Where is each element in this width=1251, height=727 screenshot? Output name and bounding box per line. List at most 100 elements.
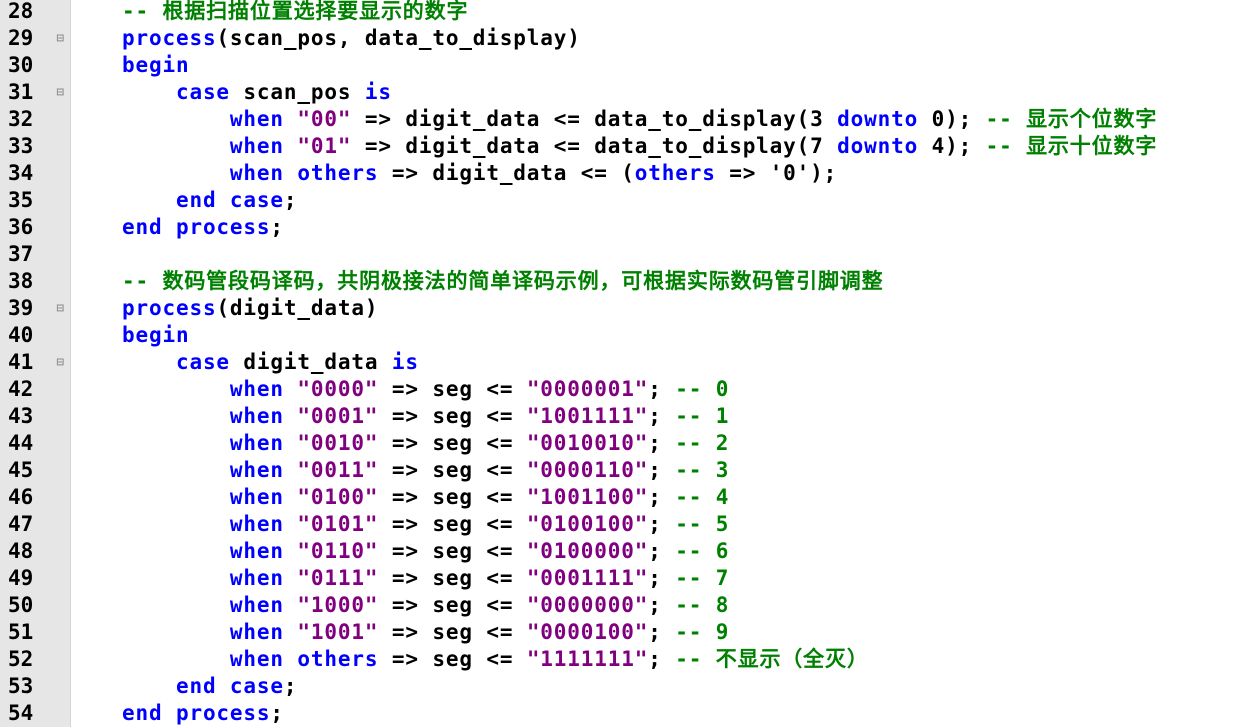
code-line[interactable]: 51 when "1001" => seg <= "0000100"; -- 9 bbox=[0, 619, 1251, 646]
code-text: end process; bbox=[68, 214, 284, 241]
code-text: when "0110" => seg <= "0100000"; -- 6 bbox=[68, 538, 729, 565]
code-text: -- 根据扫描位置选择要显示的数字 bbox=[68, 0, 468, 25]
keyword-token: when bbox=[229, 404, 284, 428]
code-line[interactable]: 53 end case; bbox=[0, 673, 1251, 700]
code-editor[interactable]: 28 -- 根据扫描位置选择要显示的数字 29 ⊟ process(scan_pos… bbox=[0, 0, 1251, 727]
code-token: => digit_data <= data_to_display(3 bbox=[351, 107, 838, 131]
keyword-token: begin bbox=[121, 53, 190, 77]
comment-token: -- 9 bbox=[675, 620, 730, 644]
code-line[interactable]: 43 when "0001" => seg <= "1001111"; -- 1 bbox=[0, 403, 1251, 430]
keyword-token: when bbox=[229, 107, 284, 131]
code-line[interactable]: 40 begin bbox=[0, 322, 1251, 349]
line-number: 44 bbox=[8, 431, 34, 455]
string-token: "0100100" bbox=[526, 512, 649, 536]
code-text: case digit_data is bbox=[68, 349, 419, 376]
string-token: "00" bbox=[297, 107, 352, 131]
keyword-token: when bbox=[229, 458, 284, 482]
code-line[interactable]: 41 ⊟ case digit_data is bbox=[0, 349, 1251, 376]
code-token: => seg <= bbox=[378, 485, 527, 509]
code-text: process(digit_data) bbox=[68, 295, 378, 322]
keyword-token: others bbox=[297, 161, 379, 185]
fold-toggle-icon[interactable]: ⊟ bbox=[56, 358, 64, 368]
code-line[interactable]: 37 bbox=[0, 241, 1251, 268]
keyword-token: end process bbox=[121, 701, 271, 725]
line-number: 36 bbox=[8, 215, 34, 239]
string-token: "0011" bbox=[297, 458, 379, 482]
fold-toggle-icon[interactable]: ⊟ bbox=[56, 304, 64, 314]
code-line[interactable]: 46 when "0100" => seg <= "1001100"; -- 4 bbox=[0, 484, 1251, 511]
code-line[interactable]: 54 end process; bbox=[0, 700, 1251, 727]
keyword-token: end case bbox=[175, 674, 284, 698]
string-token: "0000100" bbox=[526, 620, 649, 644]
code-line[interactable]: 38 -- 数码管段码译码，共阴极接法的简单译码示例，可根据实际数码管引脚调整 bbox=[0, 268, 1251, 295]
code-line[interactable]: 28 -- 根据扫描位置选择要显示的数字 bbox=[0, 0, 1251, 25]
keyword-token: end process bbox=[121, 215, 271, 239]
code-line[interactable]: 36 end process; bbox=[0, 214, 1251, 241]
code-line[interactable]: 49 when "0111" => seg <= "0001111"; -- 7 bbox=[0, 565, 1251, 592]
line-number: 51 bbox=[8, 620, 34, 644]
code-line[interactable]: 31 ⊟ case scan_pos is bbox=[0, 79, 1251, 106]
code-token: ; bbox=[270, 701, 284, 725]
code-line[interactable]: 30 begin bbox=[0, 52, 1251, 79]
comment-token: -- 2 bbox=[675, 431, 730, 455]
code-line[interactable]: 33 when "01" => digit_data <= data_to_di… bbox=[0, 133, 1251, 160]
keyword-token: when bbox=[229, 161, 284, 185]
line-number: 48 bbox=[8, 539, 34, 563]
line-number: 38 bbox=[8, 269, 34, 293]
fold-toggle-icon[interactable]: ⊟ bbox=[56, 34, 64, 44]
code-line[interactable]: 45 when "0011" => seg <= "0000110"; -- 3 bbox=[0, 457, 1251, 484]
comment-token: -- 数码管段码译码，共阴极接法的简单译码示例，可根据实际数码管引脚调整 bbox=[121, 269, 884, 293]
keyword-token: when bbox=[229, 377, 284, 401]
line-number: 45 bbox=[8, 458, 34, 482]
line-number: 31 bbox=[8, 80, 34, 104]
code-line[interactable]: 47 when "0101" => seg <= "0100100"; -- 5 bbox=[0, 511, 1251, 538]
string-token: "1001111" bbox=[526, 404, 649, 428]
code-line[interactable]: 44 when "0010" => seg <= "0010010"; -- 2 bbox=[0, 430, 1251, 457]
code-token: => seg <= bbox=[378, 404, 527, 428]
comment-token: -- 1 bbox=[675, 404, 730, 428]
code-line[interactable]: 35 end case; bbox=[0, 187, 1251, 214]
keyword-token: process bbox=[121, 296, 217, 320]
code-text: when others => digit_data <= (others => … bbox=[68, 160, 837, 187]
fold-toggle-icon[interactable]: ⊟ bbox=[56, 88, 64, 98]
string-token: "0101" bbox=[297, 512, 379, 536]
code-token: => seg <= bbox=[378, 431, 527, 455]
line-number: 50 bbox=[8, 593, 34, 617]
keyword-token: others bbox=[297, 647, 379, 671]
code-text: when "00" => digit_data <= data_to_displ… bbox=[68, 106, 1157, 133]
string-token: "01" bbox=[297, 134, 352, 158]
code-line[interactable]: 48 when "0110" => seg <= "0100000"; -- 6 bbox=[0, 538, 1251, 565]
code-line[interactable]: 52 when others => seg <= "1111111"; -- 不… bbox=[0, 646, 1251, 673]
code-token: ; bbox=[648, 404, 676, 428]
code-token: ; bbox=[648, 593, 676, 617]
code-line[interactable]: 29 ⊟ process(scan_pos, data_to_display) bbox=[0, 25, 1251, 52]
code-line[interactable]: 32 when "00" => digit_data <= data_to_di… bbox=[0, 106, 1251, 133]
code-line[interactable]: 42 when "0000" => seg <= "0000001"; -- 0 bbox=[0, 376, 1251, 403]
code-token: ; bbox=[648, 431, 676, 455]
line-number: 29 bbox=[8, 26, 34, 50]
code-token: ; bbox=[648, 620, 676, 644]
code-token: ; bbox=[283, 674, 298, 698]
string-token: "1111111" bbox=[526, 647, 649, 671]
keyword-token: when bbox=[229, 512, 284, 536]
code-line[interactable]: 39 ⊟ process(digit_data) bbox=[0, 295, 1251, 322]
line-number: 32 bbox=[8, 107, 34, 131]
code-text: when others => seg <= "1111111"; -- 不显示（… bbox=[68, 646, 869, 673]
code-text: when "0011" => seg <= "0000110"; -- 3 bbox=[68, 457, 729, 484]
line-number: 34 bbox=[8, 161, 34, 185]
code-line[interactable]: 34 when others => digit_data <= (others … bbox=[0, 160, 1251, 187]
code-token: => digit_data <= ( bbox=[378, 161, 635, 185]
code-token: => seg <= bbox=[378, 620, 527, 644]
code-line[interactable]: 50 when "1000" => seg <= "0000000"; -- 8 bbox=[0, 592, 1251, 619]
